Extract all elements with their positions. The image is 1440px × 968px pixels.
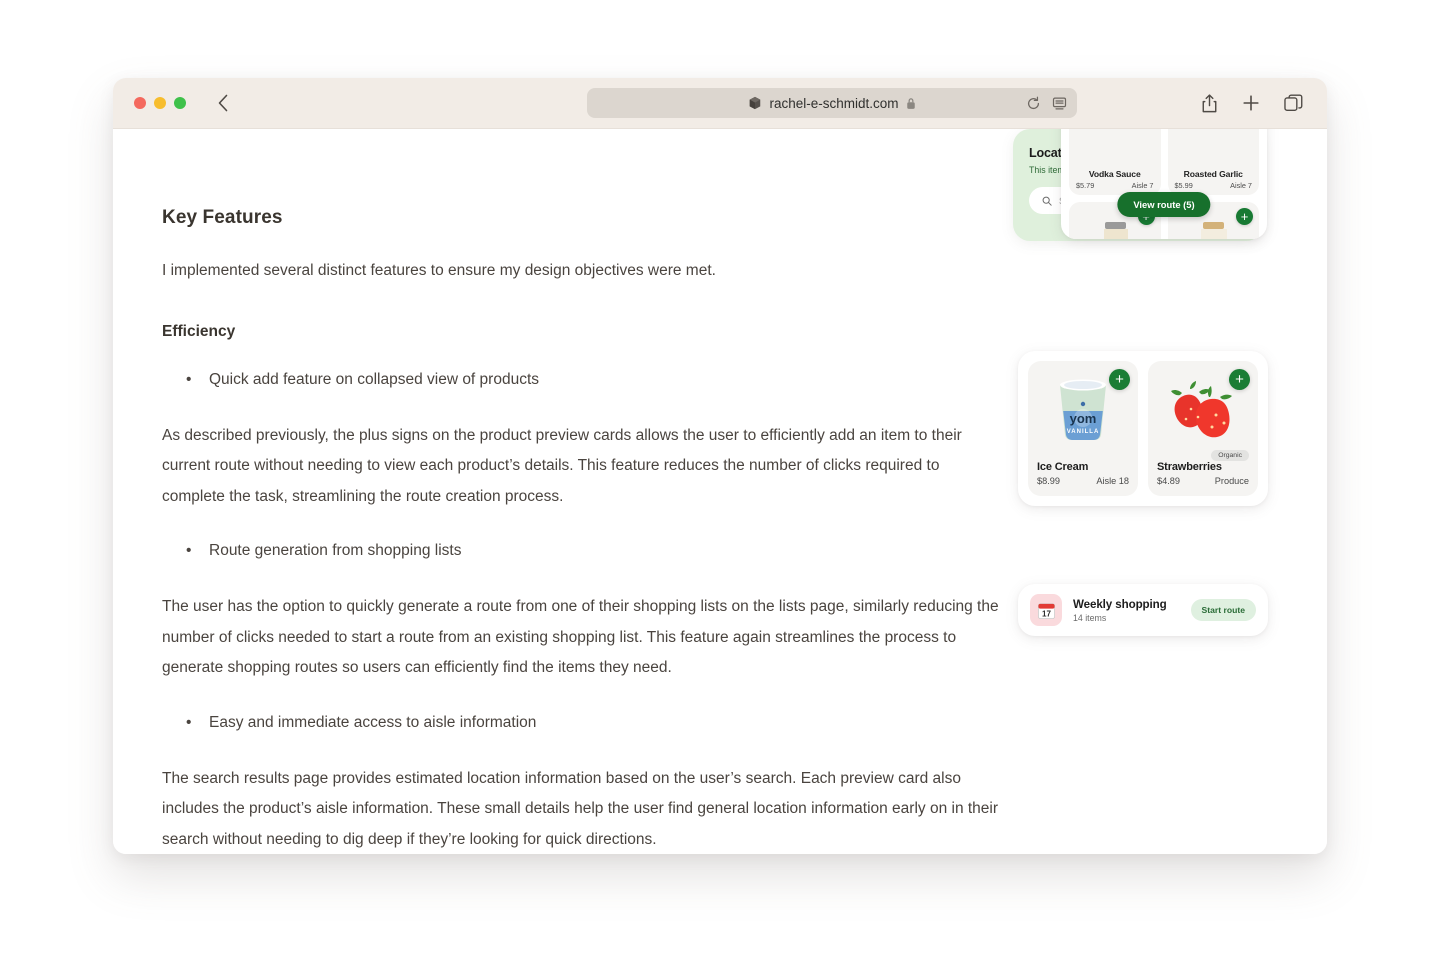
minimize-window-button[interactable] — [154, 97, 166, 109]
quick-add-button[interactable]: + — [1109, 369, 1130, 390]
strawberries-icon — [1171, 381, 1232, 438]
paragraph-quick-add: As described previously, the plus signs … — [162, 426, 962, 505]
search-results-mockup: Vodka Sauce $5.79 Aisle 7 Roasted Garlic… — [1061, 129, 1267, 239]
list-item: Route generation from shopping lists — [186, 537, 1012, 565]
product-name: Ice Cream — [1037, 461, 1089, 473]
product-location: Aisle 7 — [1131, 181, 1154, 190]
view-route-button[interactable]: View route (5) — [1117, 192, 1211, 217]
product-name: Vodka Sauce — [1088, 169, 1141, 179]
tab-overview-button[interactable] — [1284, 94, 1303, 112]
page-content: Key Features I implemented several disti… — [113, 129, 1327, 854]
roasted-garlic-jar-icon — [1184, 129, 1242, 135]
url-text: rachel-e-schmidt.com — [769, 95, 899, 111]
mockup-column: Vodka Sauce $5.79 Aisle 7 Roasted Garlic… — [1013, 129, 1327, 854]
product-name: Roasted Garlic — [1183, 169, 1243, 179]
product-price: $5.99 — [1174, 181, 1193, 190]
svg-text:yom: yom — [1070, 411, 1097, 426]
quick-add-button[interactable]: + — [1229, 369, 1250, 390]
bullet-list-1: Quick add feature on collapsed view of p… — [162, 366, 1012, 394]
close-window-button[interactable] — [134, 97, 146, 109]
maximize-window-button[interactable] — [174, 97, 186, 109]
shopping-list-text: Weekly shopping 14 items — [1073, 598, 1180, 623]
section-heading-efficiency: Efficiency — [162, 322, 236, 340]
plus-icon — [1243, 95, 1259, 111]
new-tab-button[interactable] — [1242, 94, 1260, 112]
sauce-jar-icon — [1103, 222, 1128, 239]
product-location: Aisle 7 — [1230, 181, 1252, 190]
share-button[interactable] — [1201, 93, 1218, 113]
product-tile-roasted-garlic[interactable]: Organic Roasted Garlic $5.99 Aisle 7 — [1167, 129, 1259, 195]
start-route-button[interactable]: Start route — [1190, 599, 1256, 621]
shopping-list-row-mockup[interactable]: 17 Weekly shopping 14 items Start route — [1018, 584, 1268, 636]
product-location: Produce — [1214, 476, 1249, 486]
product-price: $4.89 — [1157, 476, 1180, 486]
address-bar-content: rachel-e-schmidt.com — [748, 96, 915, 111]
sauce-jar-icon — [1201, 222, 1228, 239]
quick-add-button[interactable]: + — [1236, 208, 1253, 225]
calendar-day: 17 — [1042, 609, 1051, 618]
lock-icon — [906, 97, 915, 109]
paragraph-aisle-info: The search results page provides estimat… — [162, 769, 999, 848]
results-grid: Vodka Sauce $5.79 Aisle 7 Roasted Garlic… — [1061, 129, 1267, 239]
article-body: Key Features I implemented several disti… — [162, 129, 1012, 854]
shopping-list-title: Weekly shopping — [1073, 597, 1167, 611]
search-icon — [1042, 196, 1052, 206]
product-price: $8.99 — [1037, 476, 1060, 486]
product-location: Aisle 18 — [1096, 476, 1129, 486]
shopping-list-count: 14 items — [1073, 612, 1107, 623]
calendar-icon-wrapper: 17 — [1030, 594, 1062, 626]
calendar-icon: 17 — [1037, 602, 1055, 619]
back-button[interactable] — [212, 92, 234, 114]
tab-overview-icon — [1284, 94, 1303, 111]
vodka-sauce-jar-icon — [1086, 129, 1144, 135]
product-name: Strawberries — [1157, 461, 1222, 473]
toolbar-actions — [1201, 78, 1303, 128]
window-controls — [134, 97, 186, 109]
product-card-strawberries[interactable]: + Organic Strawberries $4.89 Produce — [1148, 361, 1258, 496]
product-preview-mockup: yom VANILLA + Ice Cream $8.99 Aisle 18 +… — [1018, 351, 1268, 506]
share-icon — [1202, 93, 1217, 112]
intro-paragraph: I implemented several distinct features … — [162, 262, 716, 279]
reload-icon[interactable] — [1026, 96, 1041, 111]
svg-text:VANILLA: VANILLA — [1067, 429, 1100, 435]
ice-cream-tub-icon: yom VANILLA — [1060, 379, 1106, 441]
product-tile-vodka-sauce[interactable]: Vodka Sauce $5.79 Aisle 7 — [1069, 129, 1161, 195]
product-meta: $5.79 Aisle 7 — [1074, 181, 1156, 190]
list-item: Quick add feature on collapsed view of p… — [186, 366, 1012, 394]
product-card-ice-cream[interactable]: yom VANILLA + Ice Cream $8.99 Aisle 18 — [1028, 361, 1138, 496]
reader-view-icon[interactable] — [1052, 96, 1067, 111]
product-meta: $8.99 Aisle 18 — [1037, 476, 1129, 486]
bullet-list-2: Route generation from shopping lists — [162, 537, 1012, 565]
product-meta: $5.99 Aisle 7 — [1173, 181, 1255, 190]
chevron-left-icon — [218, 94, 228, 112]
product-price: $5.79 — [1076, 181, 1095, 190]
cube-icon — [750, 96, 761, 110]
list-item: Easy and immediate access to aisle infor… — [186, 709, 1012, 737]
bullet-list-3: Easy and immediate access to aisle infor… — [162, 709, 1012, 737]
organic-badge: Organic — [1211, 450, 1249, 461]
address-bar[interactable]: rachel-e-schmidt.com — [587, 88, 1077, 118]
address-bar-actions — [1026, 88, 1067, 118]
browser-window: rachel-e-schmidt.com Key Features I impl… — [113, 78, 1327, 854]
browser-toolbar: rachel-e-schmidt.com — [113, 78, 1327, 129]
page-title: Key Features — [162, 207, 283, 228]
screen: rachel-e-schmidt.com Key Features I impl… — [0, 0, 1440, 968]
paragraph-route-generation: The user has the option to quickly gener… — [162, 598, 999, 676]
product-meta: $4.89 Produce — [1157, 476, 1249, 486]
